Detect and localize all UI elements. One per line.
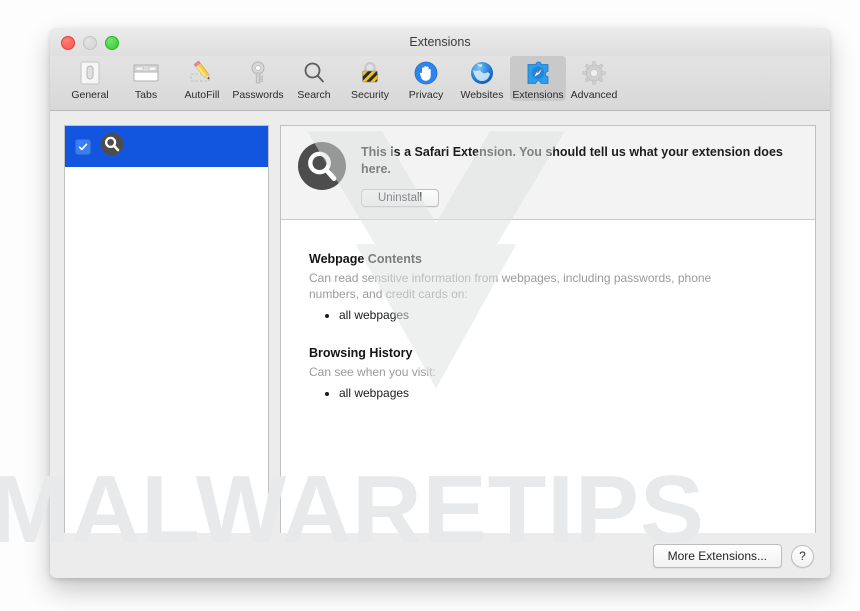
toolbar-label: Tabs bbox=[134, 89, 158, 101]
toolbar-item-passwords[interactable]: Passwords bbox=[230, 56, 286, 101]
toolbar-label: General bbox=[71, 89, 109, 101]
toolbar-item-advanced[interactable]: Advanced bbox=[566, 56, 622, 101]
extensions-icon bbox=[523, 58, 553, 88]
toolbar-item-privacy[interactable]: Privacy bbox=[398, 56, 454, 101]
toolbar-item-general[interactable]: General bbox=[62, 56, 118, 101]
magnifier-extension-icon bbox=[100, 132, 124, 161]
permission-group-webpage-contents: Webpage Contents Can read sensitive info… bbox=[309, 252, 795, 324]
traffic-lights bbox=[61, 36, 119, 50]
toolbar-label: AutoFill bbox=[184, 89, 220, 101]
permission-item: all webpages bbox=[339, 385, 795, 402]
magnifier-extension-icon bbox=[297, 141, 347, 207]
websites-icon bbox=[467, 58, 497, 88]
window-titlebar: Extensions bbox=[50, 28, 830, 56]
autofill-icon bbox=[187, 58, 217, 88]
permission-description: Can read sensitive information from webp… bbox=[309, 271, 712, 301]
toolbar-item-extensions[interactable]: Extensions bbox=[510, 56, 566, 101]
permission-title: Webpage Contents bbox=[309, 252, 422, 266]
advanced-icon bbox=[579, 58, 609, 88]
window-title: Extensions bbox=[409, 35, 471, 49]
close-button[interactable] bbox=[61, 36, 75, 50]
extension-enabled-checkbox[interactable] bbox=[75, 138, 91, 155]
zoom-button[interactable] bbox=[105, 36, 119, 50]
screenshot-root: Extensions General Tabs AutoFill Passwor… bbox=[0, 0, 860, 611]
toolbar-label: Advanced bbox=[570, 89, 618, 101]
check-icon bbox=[78, 143, 88, 150]
minimize-button[interactable] bbox=[83, 36, 97, 50]
preferences-body: This is a Safari Extension. You should t… bbox=[50, 111, 830, 578]
extension-detail-header-text: This is a Safari Extension. You should t… bbox=[361, 140, 799, 207]
toolbar-label: Search bbox=[297, 89, 331, 101]
preferences-toolbar: General Tabs AutoFill Passwords Search S… bbox=[50, 56, 830, 111]
permission-items: all webpages bbox=[309, 385, 795, 402]
permission-description: Can see when you visit: bbox=[309, 365, 436, 379]
tabs-icon bbox=[131, 58, 161, 88]
uninstall-button[interactable]: Uninstall bbox=[361, 189, 440, 207]
toolbar-item-security[interactable]: Security bbox=[342, 56, 398, 101]
permission-items: all webpages bbox=[309, 307, 795, 324]
security-icon bbox=[355, 58, 385, 88]
extension-detail-header: This is a Safari Extension. You should t… bbox=[281, 126, 815, 220]
more-extensions-button[interactable]: More Extensions... bbox=[652, 544, 782, 568]
window-bottom-bar: More Extensions... ? bbox=[50, 533, 830, 578]
privacy-icon bbox=[411, 58, 441, 88]
permission-item: all webpages bbox=[339, 307, 795, 324]
toolbar-label: Privacy bbox=[408, 89, 444, 101]
safari-preferences-window: Extensions General Tabs AutoFill Passwor… bbox=[50, 28, 830, 578]
extension-detail-panel: This is a Safari Extension. You should t… bbox=[280, 125, 816, 578]
toolbar-item-websites[interactable]: Websites bbox=[454, 56, 510, 101]
toolbar-item-autofill[interactable]: AutoFill bbox=[174, 56, 230, 101]
toolbar-label: Extensions bbox=[512, 89, 564, 101]
extension-description: This is a Safari Extension. You should t… bbox=[361, 145, 783, 176]
general-icon bbox=[75, 58, 105, 88]
extension-permissions: Webpage Contents Can read sensitive info… bbox=[281, 220, 815, 578]
toolbar-item-tabs[interactable]: Tabs bbox=[118, 56, 174, 101]
toolbar-label: Websites bbox=[460, 89, 504, 101]
extension-list-item[interactable] bbox=[65, 126, 268, 167]
toolbar-label: Security bbox=[351, 89, 389, 101]
passwords-icon bbox=[243, 58, 273, 88]
permission-group-browsing-history: Browsing History Can see when you visit:… bbox=[309, 346, 795, 402]
toolbar-label: Passwords bbox=[232, 89, 284, 101]
permission-title: Browsing History bbox=[309, 346, 413, 360]
extensions-list[interactable] bbox=[64, 125, 269, 578]
toolbar-item-search[interactable]: Search bbox=[286, 56, 342, 101]
search-icon bbox=[299, 58, 329, 88]
help-button[interactable]: ? bbox=[791, 544, 814, 568]
